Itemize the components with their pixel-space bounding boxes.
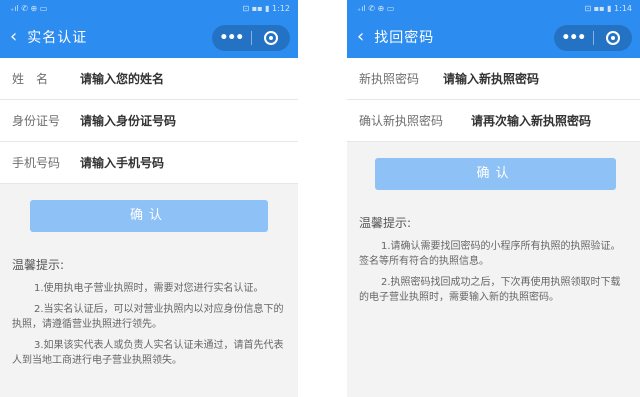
tip-item: 2.当实名认证后，可以对营业执照内以对应身份信息下的执照，请遵循营业执照进行领先… xyxy=(12,304,284,330)
tip-item: 1.请确认需要找回密码的小程序所有执照的执照验证。签名等所有符合的执照信息。 xyxy=(359,241,621,267)
phone-input[interactable]: 请输入手机号码 xyxy=(80,154,164,171)
id-number-field[interactable]: 身份证号 请输入身份证号码 xyxy=(0,100,298,142)
confirm-password-field[interactable]: 确认新执照密码 请再次输入新执照密码 xyxy=(347,100,640,142)
tips-section: 温馨提示: 1.使用执电子营业执照时，需要对您进行实名认证。 2.当实名认证后，… xyxy=(0,256,298,368)
chevron-left-icon[interactable]: ‹ xyxy=(10,28,17,46)
new-password-input[interactable]: 请输入新执照密码 xyxy=(443,70,539,87)
phone-label: 手机号码 xyxy=(12,156,61,170)
tip-item: 3.如果该实代表人或负责人实名认证未通过，请首先代表人到当地工商进行电子营业执照… xyxy=(12,340,284,366)
name-input[interactable]: 请输入您的姓名 xyxy=(80,70,164,87)
id-number-label: 身份证号 xyxy=(12,114,61,128)
more-dots-icon[interactable]: ••• xyxy=(554,30,593,46)
nav-bar: ‹ 实名认证 ••• xyxy=(0,16,298,58)
confirm-button[interactable]: 确认 xyxy=(375,158,616,190)
new-password-label: 新执照密码 xyxy=(359,72,420,86)
status-bar: ₊ıl ✆ ⊕ ▭ ⊡ ▪▪ ▮ 1:14 xyxy=(347,0,640,16)
id-number-input[interactable]: 请输入身份证号码 xyxy=(80,112,176,129)
close-circle-icon[interactable] xyxy=(594,31,633,45)
chevron-left-icon[interactable]: ‹ xyxy=(357,28,364,46)
tips-section: 温馨提示: 1.请确认需要找回密码的小程序所有执照的执照验证。签名等所有符合的执… xyxy=(347,214,640,305)
nav-bar: ‹ 找回密码 ••• xyxy=(347,16,640,58)
recover-password-screen: ₊ıl ✆ ⊕ ▭ ⊡ ▪▪ ▮ 1:14 ‹ 找回密码 ••• 新执照密码 请… xyxy=(347,0,640,397)
new-password-field[interactable]: 新执照密码 请输入新执照密码 xyxy=(347,58,640,100)
page-title: 实名认证 xyxy=(27,30,88,46)
phone-field[interactable]: 手机号码 请输入手机号码 xyxy=(0,142,298,184)
close-circle-icon[interactable] xyxy=(252,31,291,45)
confirm-password-label: 确认新执照密码 xyxy=(359,114,444,128)
capsule-menu: ••• xyxy=(212,25,290,51)
status-right: ⊡ ▪▪ ▮ 1:14 xyxy=(584,3,632,13)
tip-item: 1.使用执电子营业执照时，需要对您进行实名认证。 xyxy=(34,283,264,294)
tip-item: 2.执照密码找回成功之后，下次再使用执照领取时下载的电子营业执照时，需要输入新的… xyxy=(359,277,621,303)
status-left: ₊ıl ✆ ⊕ ▭ xyxy=(357,3,395,13)
real-name-auth-screen: ₊ıl ✆ ⊕ ▭ ⊡ ▪▪ ▮ 1:12 ‹ 实名认证 ••• 姓 名 请输入… xyxy=(0,0,298,397)
confirm-button[interactable]: 确认 xyxy=(30,200,268,232)
status-bar: ₊ıl ✆ ⊕ ▭ ⊡ ▪▪ ▮ 1:12 xyxy=(0,0,298,16)
password-form: 新执照密码 请输入新执照密码 确认新执照密码 请再次输入新执照密码 xyxy=(347,58,640,142)
confirm-password-input[interactable]: 请再次输入新执照密码 xyxy=(471,112,591,129)
more-dots-icon[interactable]: ••• xyxy=(212,30,251,46)
name-field[interactable]: 姓 名 请输入您的姓名 xyxy=(0,58,298,100)
status-right: ⊡ ▪▪ ▮ 1:12 xyxy=(242,3,290,13)
tips-title: 温馨提示: xyxy=(12,258,65,272)
tips-title: 温馨提示: xyxy=(359,216,412,230)
name-label: 姓 名 xyxy=(12,72,49,86)
page-title: 找回密码 xyxy=(374,30,435,46)
status-left: ₊ıl ✆ ⊕ ▭ xyxy=(10,3,48,13)
capsule-menu: ••• xyxy=(554,25,632,51)
auth-form: 姓 名 请输入您的姓名 身份证号 请输入身份证号码 手机号码 请输入手机号码 xyxy=(0,58,298,184)
